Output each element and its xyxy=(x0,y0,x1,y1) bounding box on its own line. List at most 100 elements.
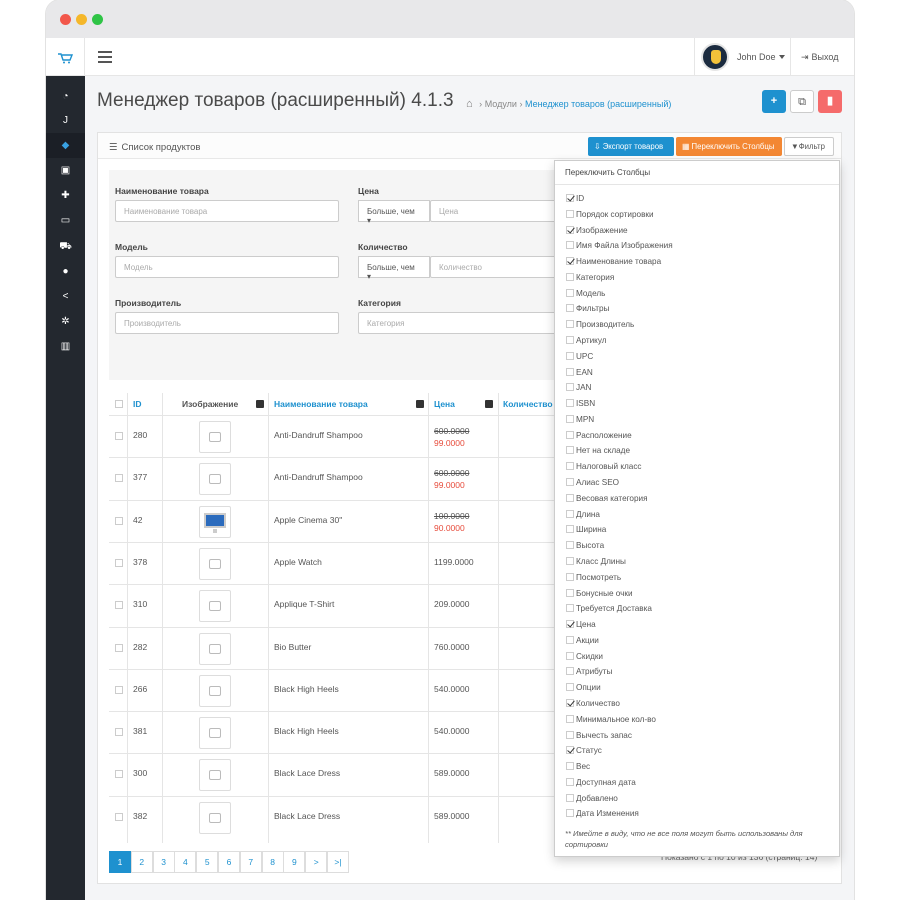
row-checkbox[interactable] xyxy=(115,812,123,821)
edit-column-icon[interactable] xyxy=(485,400,493,408)
page-link[interactable]: 6 xyxy=(218,851,240,873)
product-price[interactable]: 1199.0000 xyxy=(434,557,474,567)
column-option[interactable]: Бонусные очки xyxy=(566,588,633,603)
product-name[interactable]: Black Lace Dress xyxy=(274,768,340,778)
row-checkbox[interactable] xyxy=(115,643,123,652)
column-checkbox[interactable] xyxy=(566,620,574,629)
page-link[interactable]: 3 xyxy=(152,851,175,873)
edit-column-icon[interactable] xyxy=(256,400,264,408)
copy-button[interactable]: ⧉ xyxy=(790,90,814,113)
table-row[interactable]: 266 Black High Heels 540.0000 xyxy=(109,668,559,711)
column-checkbox[interactable] xyxy=(566,698,574,707)
column-option[interactable]: Акции xyxy=(566,635,599,650)
column-checkbox[interactable] xyxy=(566,320,574,329)
column-checkbox[interactable] xyxy=(566,493,574,502)
delete-button[interactable]: ▮ xyxy=(818,90,842,113)
column-checkbox[interactable] xyxy=(566,383,574,392)
table-row[interactable]: 378 Apple Watch 1199.0000 xyxy=(109,541,559,584)
product-price[interactable]: 540.0000 xyxy=(434,684,469,694)
qty-operator-select[interactable]: Больше, чем ▾ xyxy=(358,256,430,281)
column-option[interactable]: Расположение xyxy=(566,430,632,445)
column-checkbox[interactable] xyxy=(566,572,574,581)
product-thumbnail[interactable] xyxy=(199,547,231,580)
column-option[interactable]: Скидки xyxy=(566,651,603,666)
column-checkbox[interactable] xyxy=(566,257,574,266)
column-option[interactable]: Производитель xyxy=(566,320,634,334)
manufacturer-filter-input[interactable]: Производитель xyxy=(115,312,339,334)
column-checkbox[interactable] xyxy=(566,809,574,818)
table-row[interactable]: 381 Black High Heels 540.0000 xyxy=(109,711,559,753)
column-checkbox[interactable] xyxy=(566,194,574,202)
column-option[interactable]: Нет на складе xyxy=(566,446,630,460)
column-checkbox[interactable] xyxy=(566,541,574,550)
edit-column-icon[interactable] xyxy=(416,400,424,408)
column-checkbox[interactable] xyxy=(566,414,574,423)
column-checkbox[interactable] xyxy=(566,367,574,376)
column-checkbox[interactable] xyxy=(566,209,574,218)
column-checkbox[interactable] xyxy=(566,241,574,250)
column-option[interactable]: Класс Длины xyxy=(566,556,626,571)
menu-toggle-icon[interactable] xyxy=(98,51,112,63)
column-option[interactable]: Порядок сортировки xyxy=(566,209,654,224)
column-checkbox[interactable] xyxy=(566,746,574,755)
breadcrumb-current[interactable]: Менеджер товаров (расширенный) xyxy=(525,99,671,109)
column-checkbox[interactable] xyxy=(566,730,574,739)
row-checkbox[interactable] xyxy=(115,601,123,610)
column-option[interactable]: Наименование товара xyxy=(566,257,661,271)
column-option[interactable]: JAN xyxy=(566,383,591,397)
column-option[interactable]: Категория xyxy=(566,272,614,287)
row-checkbox[interactable] xyxy=(115,516,123,525)
column-checkbox[interactable] xyxy=(566,762,574,771)
cog-icon[interactable]: ✲ xyxy=(46,309,85,334)
product-price[interactable]: 209.0000 xyxy=(434,599,469,609)
column-checkbox[interactable] xyxy=(566,336,574,345)
row-checkbox[interactable] xyxy=(115,728,123,737)
product-name[interactable]: Bio Butter xyxy=(274,642,311,652)
desktop-icon[interactable]: ▭ xyxy=(46,208,85,233)
dashboard-icon[interactable]: ◔ xyxy=(46,84,85,109)
column-option[interactable]: Вес xyxy=(566,762,590,776)
column-option[interactable]: EAN xyxy=(566,367,593,382)
row-checkbox[interactable] xyxy=(115,474,123,483)
column-option[interactable]: Алиас SEO xyxy=(566,478,619,492)
column-option[interactable]: Дата Изменения xyxy=(566,809,639,823)
column-checkbox[interactable] xyxy=(566,430,574,439)
column-id-header[interactable]: ID xyxy=(133,393,142,415)
column-option[interactable]: Высота xyxy=(566,541,604,555)
column-name-header[interactable]: Наименование товара xyxy=(274,393,368,415)
page-link[interactable]: 4 xyxy=(174,851,197,873)
cart-logo-icon[interactable] xyxy=(46,38,85,76)
row-checkbox[interactable] xyxy=(115,432,123,440)
column-checkbox[interactable] xyxy=(566,667,574,676)
product-thumbnail[interactable] xyxy=(199,421,231,453)
column-option[interactable]: Минимальное кол-во xyxy=(566,714,656,729)
column-checkbox[interactable] xyxy=(566,556,574,565)
table-row[interactable]: 42 Apple Cinema 30" 100.0000 90.0000 xyxy=(109,499,559,542)
add-product-button[interactable]: + xyxy=(762,90,786,113)
column-option[interactable]: Модель xyxy=(566,288,605,303)
page-link[interactable]: 5 xyxy=(196,851,219,873)
minimize-window-button[interactable] xyxy=(76,14,87,25)
column-checkbox[interactable] xyxy=(566,304,574,313)
product-name[interactable]: Anti-Dandruff Shampoo xyxy=(274,472,363,482)
column-option[interactable]: ID xyxy=(566,194,584,208)
column-quantity-header[interactable]: Количество xyxy=(503,393,553,415)
column-checkbox[interactable] xyxy=(566,462,574,471)
column-option[interactable]: MPN xyxy=(566,414,594,429)
row-checkbox[interactable] xyxy=(115,558,123,567)
chart-icon[interactable]: ▥ xyxy=(46,334,85,359)
page-link[interactable]: > xyxy=(305,851,328,873)
name-filter-input[interactable]: Наименование товара xyxy=(115,200,339,222)
page-link[interactable]: 9 xyxy=(283,851,306,873)
product-name[interactable]: Anti-Dandruff Shampoo xyxy=(274,430,363,440)
cart-icon[interactable]: ⛟ xyxy=(46,234,85,259)
export-products-button[interactable]: ⇩ Экспорт товаров xyxy=(588,137,674,156)
page-link[interactable]: 2 xyxy=(130,851,153,873)
product-thumbnail[interactable] xyxy=(199,717,231,750)
column-checkbox[interactable] xyxy=(566,478,574,487)
column-option[interactable]: Фильтры xyxy=(566,304,609,318)
product-price[interactable]: 540.0000 xyxy=(434,726,469,736)
product-price[interactable]: 589.0000 xyxy=(434,768,469,778)
column-option[interactable]: Требуется Доставка xyxy=(566,604,652,618)
logout-link[interactable]: ⇥ Выход xyxy=(790,38,854,76)
